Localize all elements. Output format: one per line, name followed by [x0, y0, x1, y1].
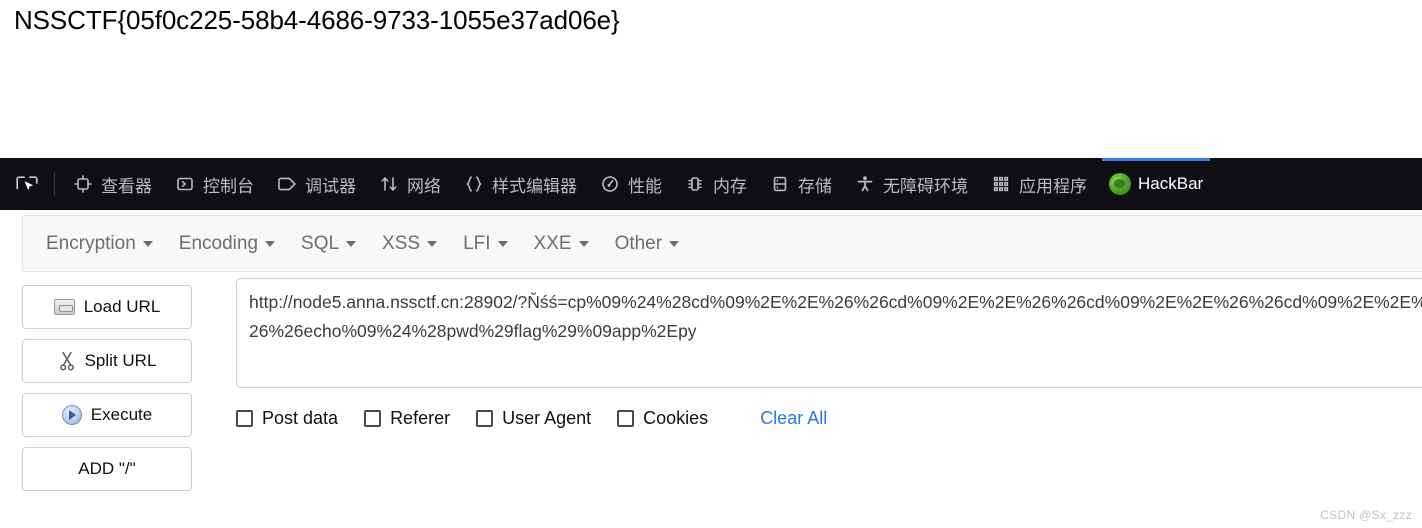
hackbar-action-buttons: Load URL Split URL Execute ADD "/" — [22, 285, 192, 491]
tab-memory[interactable]: 内存 — [673, 158, 758, 210]
option-user-agent[interactable]: User Agent — [476, 408, 591, 429]
clear-all-link[interactable]: Clear All — [760, 408, 827, 429]
storage-icon — [769, 173, 791, 195]
watermark: CSDN @Sx_zzz — [1320, 508, 1412, 522]
post-data-label: Post data — [262, 408, 339, 428]
debugger-icon — [276, 173, 298, 195]
menu-encoding[interactable]: Encoding — [166, 228, 288, 260]
menu-sql[interactable]: SQL — [288, 228, 369, 260]
menu-sql-label: SQL — [301, 232, 340, 254]
menu-lfi[interactable]: LFI — [450, 228, 520, 260]
tab-accessibility[interactable]: 无障碍环境 — [843, 158, 979, 210]
application-icon — [990, 173, 1012, 195]
load-url-button[interactable]: Load URL — [22, 285, 192, 329]
add-slash-button[interactable]: ADD "/" — [22, 447, 192, 491]
tab-debugger-label: 调试器 — [305, 176, 356, 196]
cookies-label: Cookies — [643, 408, 709, 428]
menu-xss[interactable]: XSS — [369, 228, 450, 260]
chevron-down-icon — [578, 240, 589, 247]
menu-xxe-label: XXE — [533, 232, 572, 254]
tab-performance[interactable]: 性能 — [588, 158, 673, 210]
menu-lfi-label: LFI — [463, 232, 491, 254]
hackbar-panel: Encryption Encoding SQL XSS LFI XXE Othe… — [0, 210, 1422, 528]
tab-hackbar-label: HackBar — [1138, 174, 1204, 193]
user-agent-checkbox[interactable] — [476, 410, 494, 427]
referer-checkbox[interactable] — [364, 410, 382, 427]
scissors-icon — [58, 351, 76, 371]
cookies-checkbox[interactable] — [617, 410, 635, 427]
chevron-down-icon — [497, 240, 508, 247]
tab-storage-label: 存储 — [798, 176, 832, 196]
load-url-label: Load URL — [83, 297, 161, 316]
tab-network[interactable]: 网络 — [367, 158, 452, 210]
network-icon — [378, 173, 400, 195]
menu-other[interactable]: Other — [602, 228, 693, 260]
accessibility-icon — [854, 173, 876, 195]
tab-style-editor-label: 样式编辑器 — [492, 176, 577, 196]
tab-style-editor[interactable]: 样式编辑器 — [452, 158, 588, 210]
element-picker-button[interactable] — [6, 164, 48, 204]
tab-inspector[interactable]: 查看器 — [61, 158, 163, 210]
hackbar-options-row: Post data Referer User Agent Cookies Cle… — [236, 408, 827, 429]
split-url-label: Split URL — [84, 351, 157, 370]
tab-application-label: 应用程序 — [1019, 176, 1087, 196]
chevron-down-icon — [142, 240, 153, 247]
console-icon — [174, 173, 196, 195]
performance-icon — [599, 173, 621, 195]
hackbar-menubar: Encryption Encoding SQL XSS LFI XXE Othe… — [22, 215, 1422, 272]
tab-application[interactable]: 应用程序 — [979, 158, 1098, 210]
execute-label: Execute — [90, 405, 153, 424]
execute-button[interactable]: Execute — [22, 393, 192, 437]
menu-xxe[interactable]: XXE — [521, 228, 602, 260]
post-data-checkbox[interactable] — [236, 410, 253, 427]
referer-label: Referer — [390, 408, 451, 428]
menu-encoding-label: Encoding — [178, 232, 259, 254]
chevron-down-icon — [669, 240, 680, 247]
devtools-toolbar: 查看器 控制台 调试器 网络 样式编辑器 性能 内存 存储 无障碍环境 应用程序… — [0, 158, 1422, 210]
option-referer[interactable]: Referer — [364, 408, 450, 429]
menu-encryption[interactable]: Encryption — [33, 228, 166, 260]
add-slash-label: ADD "/" — [78, 459, 136, 478]
disk-icon — [53, 299, 75, 315]
tab-console[interactable]: 控制台 — [163, 158, 265, 210]
chevron-down-icon — [346, 240, 357, 247]
hackbar-icon — [1109, 173, 1131, 195]
play-icon — [61, 405, 82, 425]
option-post-data[interactable]: Post data — [236, 408, 338, 429]
tab-memory-label: 内存 — [713, 176, 747, 196]
memory-icon — [684, 173, 706, 195]
toolbar-separator — [54, 172, 55, 196]
element-picker-icon — [16, 176, 38, 191]
menu-xss-label: XSS — [382, 232, 421, 254]
tab-console-label: 控制台 — [203, 176, 254, 196]
user-agent-label: User Agent — [502, 408, 592, 428]
flag-text: NSSCTF{05f0c225-58b4-4686-9733-1055e37ad… — [14, 5, 620, 35]
tab-debugger[interactable]: 调试器 — [265, 158, 367, 210]
tab-accessibility-label: 无障碍环境 — [883, 176, 968, 196]
style-editor-icon — [463, 173, 485, 195]
url-input[interactable] — [236, 278, 1422, 388]
browser-page-content: NSSCTF{05f0c225-58b4-4686-9733-1055e37ad… — [0, 0, 1422, 158]
split-url-button[interactable]: Split URL — [22, 339, 192, 383]
tab-hackbar[interactable]: HackBar — [1098, 158, 1214, 210]
tab-inspector-label: 查看器 — [101, 176, 152, 196]
inspector-icon — [72, 173, 94, 195]
option-cookies[interactable]: Cookies — [617, 408, 708, 429]
tab-performance-label: 性能 — [628, 176, 662, 196]
menu-encryption-label: Encryption — [46, 232, 136, 254]
tab-network-label: 网络 — [407, 176, 441, 196]
tab-storage[interactable]: 存储 — [758, 158, 843, 210]
menu-other-label: Other — [614, 232, 663, 254]
chevron-down-icon — [427, 240, 438, 247]
chevron-down-icon — [265, 240, 276, 247]
